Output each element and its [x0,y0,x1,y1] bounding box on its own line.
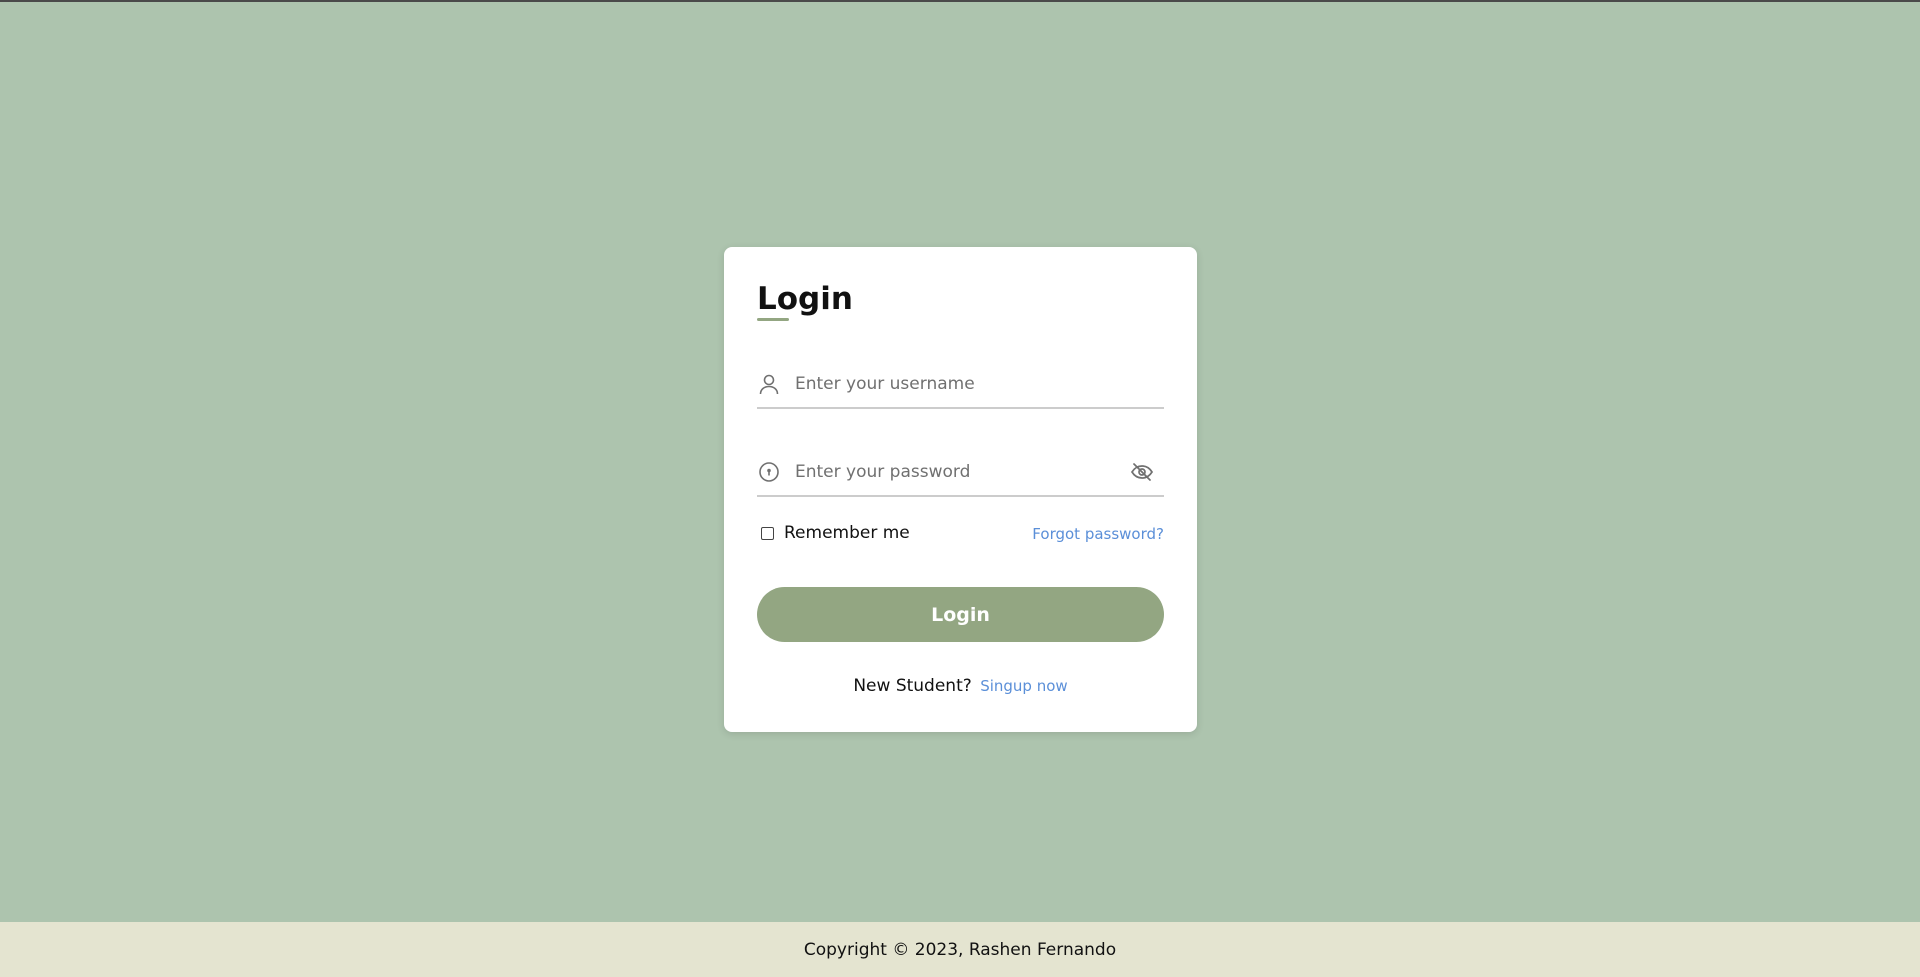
signup-row: New Student? Singup now [724,676,1197,696]
user-icon [757,372,781,396]
lock-icon [757,460,781,484]
footer: Copyright © 2023, Rashen Fernando [0,922,1920,977]
username-input[interactable] [795,369,1115,399]
login-options: Remember me Forgot password? [757,523,1164,547]
password-input[interactable] [795,457,1115,487]
signup-link[interactable]: Singup now [980,677,1067,695]
page-background: Login Enter your username Remember me Fo… [0,2,1920,977]
signup-prompt: New Student? [853,676,972,696]
remember-me-label: Remember me [784,523,910,543]
remember-me-checkbox[interactable] [761,526,774,540]
login-card: Login Enter your username Remember me Fo… [724,247,1197,732]
password-field [757,447,1164,497]
forgot-password-link[interactable]: Forgot password? [1032,525,1164,543]
username-field [757,359,1164,409]
remember-me[interactable]: Remember me [757,523,910,543]
login-button[interactable]: Login [757,587,1164,642]
login-title: Login [757,281,853,317]
eye-off-icon[interactable] [1130,460,1154,484]
copyright-text: Copyright © 2023, Rashen Fernando [803,939,1117,960]
title-underline [757,318,789,321]
